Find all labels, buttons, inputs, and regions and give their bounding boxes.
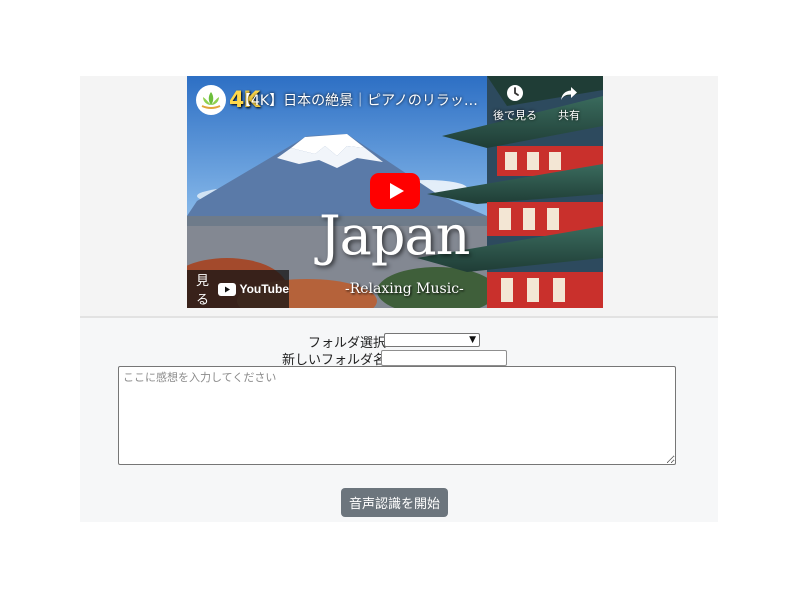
overlay-subtitle: -Relaxing Music- bbox=[345, 281, 464, 297]
folder-select[interactable]: ▼ bbox=[384, 333, 480, 347]
share-label: 共有 bbox=[558, 109, 580, 122]
youtube-wordmark: YouTube bbox=[239, 282, 289, 296]
start-speech-recognition-button[interactable]: 音声認識を開始 bbox=[341, 488, 448, 517]
watch-later-label: 後で見る bbox=[493, 109, 537, 122]
share-button[interactable]: 共有 bbox=[544, 84, 594, 123]
channel-avatar[interactable] bbox=[196, 85, 226, 115]
watch-on-youtube-button[interactable]: 見る YouTube bbox=[187, 270, 289, 308]
watch-later-button[interactable]: 後で見る bbox=[490, 84, 540, 123]
chevron-down-icon: ▼ bbox=[469, 335, 476, 345]
new-folder-input[interactable] bbox=[381, 350, 507, 366]
clock-icon bbox=[507, 85, 523, 101]
video-title[interactable]: 【4K】日本の絶景｜ピアノのリラックス... bbox=[237, 90, 485, 110]
share-icon bbox=[561, 87, 577, 100]
overlay-title: Japan bbox=[319, 204, 470, 267]
watch-on-label: 見る bbox=[196, 274, 210, 308]
youtube-icon bbox=[218, 282, 237, 296]
youtube-logo: YouTube bbox=[218, 282, 289, 296]
youtube-embed[interactable]: 4K 【4K】日本の絶景｜ピアノのリラックス... 後で見る 共有 Japan … bbox=[187, 76, 603, 308]
lotus-icon bbox=[201, 92, 221, 109]
comment-textarea[interactable] bbox=[118, 366, 676, 465]
